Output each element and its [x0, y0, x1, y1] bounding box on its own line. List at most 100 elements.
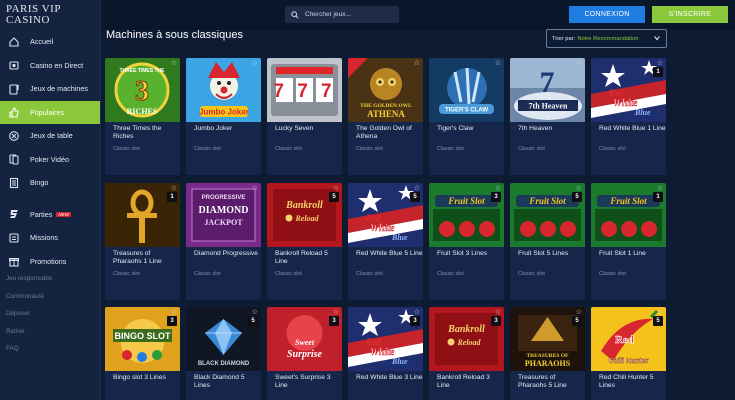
footer-link[interactable]: Communauté — [0, 288, 100, 306]
favorite-star-icon[interactable]: ☆ — [657, 59, 663, 67]
connexion-button[interactable]: CONNEXION — [569, 6, 645, 23]
game-thumbnail[interactable]: Bankroll Reload ☆ 3 — [429, 307, 504, 371]
game-card[interactable]: THE GOLDEN OWL ATHENA ☆ The Golden Owl of A… — [348, 58, 423, 175]
footer-link[interactable]: FAQ — [0, 340, 100, 358]
logo[interactable]: PARIS VIP CASINO — [0, 0, 100, 30]
favorite-star-icon[interactable]: ☆ — [252, 184, 258, 192]
game-card[interactable]: TREASURES OF PHARAOHS ☆ 5 Treasures of Phara… — [510, 307, 585, 400]
register-button[interactable]: S'INSCRIRE — [652, 6, 728, 23]
game-thumbnail[interactable]: Red White Blue ☆ 3 — [348, 307, 423, 371]
game-card[interactable]: Bankroll Reload ☆ 5 Bankroll Reload 5 Line Cl… — [267, 183, 342, 300]
game-card[interactable]: PROGRESSIVE DIAMOND JACKPOT ☆ Diamond Progre… — [186, 183, 261, 300]
game-card[interactable]: Bankroll Reload ☆ 3 Bankroll Reload 3 Line — [429, 307, 504, 400]
sidebar-item-label: Casino en Direct — [30, 60, 84, 70]
favorite-star-icon[interactable]: ☆ — [414, 308, 420, 316]
favorite-star-icon[interactable]: ☆ — [576, 308, 582, 316]
sidebar-item-jeux-de-machines[interactable]: Jeux de machines — [0, 77, 100, 101]
search-input[interactable] — [305, 11, 395, 18]
favorite-star-icon[interactable]: ☆ — [333, 308, 339, 316]
favorite-star-icon[interactable]: ☆ — [333, 184, 339, 192]
game-card[interactable]: 7 7th Heaven ☆ 7th Heaven Classic slot — [510, 58, 585, 175]
game-thumbnail[interactable]: PROGRESSIVE DIAMOND JACKPOT ☆ — [186, 183, 261, 247]
game-card[interactable]: BINGO SLOT ☆ 3 Bingo slot 3 Lines — [105, 307, 180, 400]
svg-text:THREE TIMES THE: THREE TIMES THE — [119, 68, 165, 74]
svg-text:Jumbo Joker: Jumbo Joker — [199, 108, 249, 117]
game-card[interactable]: Jumbo Joker ☆ Jumbo Joker Classic slot — [186, 58, 261, 175]
game-thumbnail[interactable]: Jumbo Joker ☆ — [186, 58, 261, 122]
favorite-star-icon[interactable]: ☆ — [495, 59, 501, 67]
game-thumbnail[interactable]: THREE TIMES THE 3 RICHES ☆ — [105, 58, 180, 122]
game-thumbnail[interactable]: THE GOLDEN OWL ATHENA ☆ — [348, 58, 423, 122]
search-box[interactable] — [285, 6, 399, 23]
slot-machine-icon — [7, 82, 21, 96]
game-thumbnail[interactable]: Red Chili Hunter ☆ 5 — [591, 307, 666, 371]
svg-text:3: 3 — [135, 76, 149, 107]
favorite-star-icon[interactable]: ☆ — [171, 184, 177, 192]
sidebar-item-jeux-de-table[interactable]: Jeux de table — [0, 124, 100, 148]
sidebar-item-missions[interactable]: Missions — [0, 226, 100, 250]
svg-text:Sweet: Sweet — [295, 338, 315, 347]
favorite-star-icon[interactable]: ☆ — [333, 59, 339, 67]
game-card[interactable]: 7 7 7 ☆ Lucky Seven Classic slot — [267, 58, 342, 175]
game-title: The Golden Owl of Athena — [356, 125, 412, 140]
game-card[interactable]: Fruit Slot ☆ 5 Fruit Slot 5 Lines Classic sl… — [510, 183, 585, 300]
favorite-star-icon[interactable]: ☆ — [657, 308, 663, 316]
sidebar-item-label: Accueil — [30, 37, 54, 47]
game-card[interactable]: Fruit Slot ☆ 3 Fruit Slot 3 Lines Classic sl… — [429, 183, 504, 300]
game-card[interactable]: Fruit Slot ☆ 1 Fruit Slot 1 Line Classic slo… — [591, 183, 666, 300]
sidebar-item-populaires[interactable]: Populaires — [0, 100, 100, 124]
live-casino-icon — [7, 58, 21, 72]
game-thumbnail[interactable]: BINGO SLOT ☆ 3 — [105, 307, 180, 371]
game-thumbnail[interactable]: Sweet Surprise ☆ 3 — [267, 307, 342, 371]
game-thumbnail[interactable]: Fruit Slot ☆ 1 — [591, 183, 666, 247]
game-card[interactable]: Red White Blue ☆ 5 Red White Blue 5 Line Class… — [348, 183, 423, 300]
sidebar-item-casino-en-direct[interactable]: Casino en Direct — [0, 54, 100, 78]
favorite-star-icon[interactable]: ☆ — [495, 308, 501, 316]
gift-icon — [7, 254, 21, 268]
game-thumbnail[interactable]: Fruit Slot ☆ 3 — [429, 183, 504, 247]
favorite-star-icon[interactable]: ☆ — [657, 184, 663, 192]
game-card[interactable]: Red White Blue ☆ 1 Red White Blue 1 Line Class… — [591, 58, 666, 175]
game-category: Classic slot — [356, 271, 383, 277]
game-thumbnail[interactable]: TREASURES OF PHARAOHS ☆ 5 — [510, 307, 585, 371]
game-card[interactable]: THREE TIMES THE 3 RICHES ☆ Three Times the R… — [105, 58, 180, 175]
sidebar-item-accueil[interactable]: Accueil — [0, 30, 100, 54]
favorite-star-icon[interactable]: ☆ — [252, 308, 258, 316]
game-thumbnail[interactable]: 7 7th Heaven ☆ — [510, 58, 585, 122]
favorite-star-icon[interactable]: ☆ — [171, 308, 177, 316]
game-thumbnail[interactable]: BLACK DIAMOND ☆ 5 — [186, 307, 261, 371]
game-category: Classic slot — [113, 271, 140, 277]
sidebar-item-parties[interactable]: Parties NEW — [0, 203, 100, 227]
game-card[interactable]: ☆ 1 Treasures of Pharaohs 1 Line Classic sl… — [105, 183, 180, 300]
game-title: Tiger's Claw — [437, 125, 474, 132]
favorite-star-icon[interactable]: ☆ — [495, 184, 501, 192]
footer-link[interactable]: Déposer — [0, 305, 100, 323]
game-card[interactable]: Red Chili Hunter ☆ 5 Red Chili Hunter 5 Line… — [591, 307, 666, 400]
game-category: Classic slot — [275, 271, 302, 277]
favorite-star-icon[interactable]: ☆ — [576, 184, 582, 192]
favorite-star-icon[interactable]: ☆ — [252, 59, 258, 67]
game-thumbnail[interactable]: Bankroll Reload ☆ 5 — [267, 183, 342, 247]
game-card[interactable]: TIGER'S CLAW ☆ Tiger's Claw Classic slot — [429, 58, 504, 175]
sidebar-item-poker-vid-o[interactable]: Poker Vidéo — [0, 148, 100, 172]
game-thumbnail[interactable]: Fruit Slot ☆ 5 — [510, 183, 585, 247]
favorite-star-icon[interactable]: ☆ — [576, 59, 582, 67]
game-card[interactable]: BLACK DIAMOND ☆ 5 Black Diamond 5 Lines — [186, 307, 261, 400]
game-card[interactable]: Red White Blue ☆ 3 Red White Blue 3 Line — [348, 307, 423, 400]
game-title: Sweet's Surprise 3 Line — [275, 374, 331, 389]
game-thumbnail[interactable]: 7 7 7 ☆ — [267, 58, 342, 122]
sidebar-item-bingo[interactable]: Bingo — [0, 171, 100, 195]
game-thumbnail[interactable]: Red White Blue ☆ 1 — [591, 58, 666, 122]
game-category: Classic slot — [599, 271, 626, 277]
footer-link[interactable]: Jeu responsable — [0, 270, 100, 288]
game-thumbnail[interactable]: TIGER'S CLAW ☆ — [429, 58, 504, 122]
favorite-star-icon[interactable]: ☆ — [414, 59, 420, 67]
game-thumbnail[interactable]: ☆ 1 — [105, 183, 180, 247]
footer-link[interactable]: Retirer — [0, 323, 100, 341]
sidebar-item-label: Missions — [30, 233, 58, 243]
sort-dropdown[interactable]: Trier par: Notre Recommandation — [546, 29, 667, 48]
game-card[interactable]: Sweet Surprise ☆ 3 Sweet's Surprise 3 Line — [267, 307, 342, 400]
favorite-star-icon[interactable]: ☆ — [414, 184, 420, 192]
game-thumbnail[interactable]: Red White Blue ☆ 5 — [348, 183, 423, 247]
favorite-star-icon[interactable]: ☆ — [171, 59, 177, 67]
